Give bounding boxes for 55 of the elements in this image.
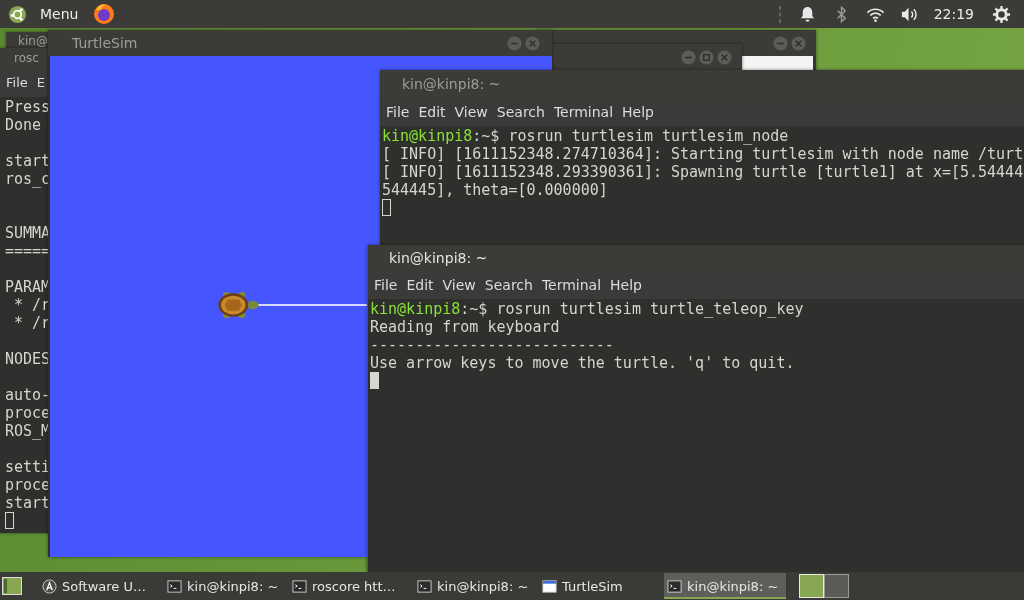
clock[interactable]: 22:19 (933, 6, 974, 22)
terminal-icon (292, 578, 307, 594)
menu-icon[interactable] (8, 4, 27, 24)
window-icon (542, 578, 557, 594)
terminal-line: Done (5, 116, 43, 134)
terminal-line: kin@kinpi8:~$ rosrun turtlesim turtlesim_node (382, 127, 790, 145)
menu-item[interactable]: View (454, 104, 488, 120)
window-title: kin@ (18, 34, 48, 48)
window-title: kin@kinpi8: ~ (402, 76, 501, 92)
menu-item[interactable]: Help (622, 104, 654, 120)
terminal-line: 544445], theta=[0.000000] (382, 181, 609, 199)
software-icon (42, 578, 57, 594)
drag-handle-icon[interactable] (777, 4, 782, 24)
terminal-line: kin@kinpi8:~$ rosrun turtlesim turtle_teleop_key (370, 300, 805, 318)
taskbar-item[interactable]: Software U… (39, 573, 161, 599)
gear-icon[interactable] (992, 4, 1011, 24)
taskbar-item[interactable]: kin@kinpi8: ~ (664, 573, 786, 599)
menu-item[interactable]: File (374, 277, 398, 293)
minimize-button[interactable] (681, 49, 696, 65)
taskbar-item[interactable]: kin@kinpi8: ~ (414, 573, 536, 599)
minimize-button[interactable] (773, 35, 788, 51)
maximize-button[interactable] (699, 49, 714, 65)
workspace-button[interactable] (824, 574, 849, 598)
show-desktop-icon[interactable] (2, 577, 22, 595)
terminal-line: --------------------------- (370, 336, 615, 354)
terminal-line: Reading from keyboard (370, 318, 561, 336)
menu-item[interactable]: File (6, 75, 28, 90)
menu-item[interactable]: E (36, 75, 45, 90)
window-title: kin@kinpi8: ~ (389, 250, 488, 266)
terminal-icon (167, 578, 182, 594)
menu-item[interactable]: Help (610, 277, 642, 293)
terminal-icon (417, 578, 432, 594)
menu-item[interactable]: File (386, 104, 410, 120)
close-button[interactable] (525, 35, 540, 51)
menu-item[interactable]: Search (496, 104, 545, 120)
close-button[interactable] (791, 35, 806, 51)
menu-item[interactable]: Terminal (553, 104, 614, 120)
taskbar-item[interactable]: TurtleSim (539, 573, 661, 599)
menu-item[interactable]: Edit (418, 104, 446, 120)
menu-label[interactable]: Menu (40, 6, 79, 22)
window-title: TurtleSim (72, 35, 138, 51)
terminal-line: [ INFO] [1611152348.293390361]: Spawning turtle [turtle1] at x=[5.54444 (382, 163, 1024, 181)
minimize-button[interactable] (507, 35, 522, 51)
close-button[interactable] (717, 49, 732, 65)
menu-item[interactable]: Terminal (541, 277, 602, 293)
taskbar-item[interactable]: roscore htt… (289, 573, 411, 599)
window-title: rosc (14, 51, 39, 65)
menu-item[interactable]: Search (484, 277, 533, 293)
terminal-line: Use arrow keys to move the turtle. 'q' to quit. (370, 354, 796, 372)
terminal-icon (667, 578, 682, 594)
terminal-line: [ INFO] [1611152348.274710364]: Starting turtlesim with node name /turt (382, 145, 1024, 163)
browser-icon[interactable] (92, 2, 117, 26)
taskbar-item[interactable]: kin@kinpi8: ~ (164, 573, 286, 599)
menu-item[interactable]: View (442, 277, 476, 293)
menu-item[interactable]: Edit (406, 277, 434, 293)
